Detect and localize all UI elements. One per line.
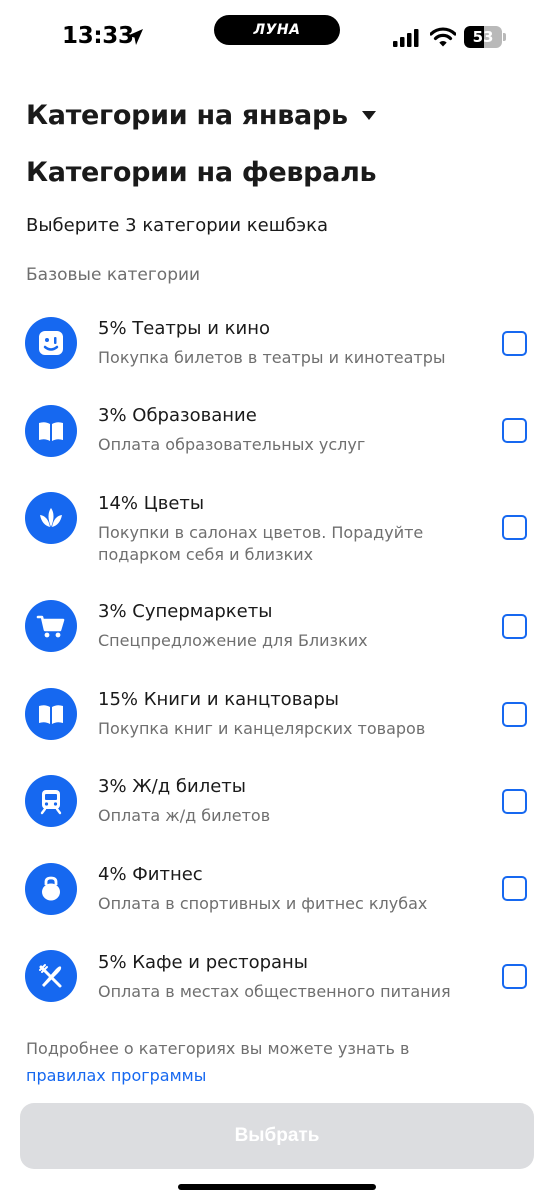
dynamic-island: ЛУНА	[214, 15, 340, 45]
fork-knife-icon	[25, 950, 77, 1002]
category-item[interactable]: 14% Цветы Покупки в салонах цветов. Пора…	[0, 476, 554, 576]
battery-icon: 53	[464, 26, 506, 48]
category-description: Покупки в салонах цветов. Порадуйте пода…	[98, 523, 424, 564]
month-selector-label: Категории на январь	[26, 100, 348, 131]
category-item[interactable]: 5% Театры и кино Покупка билетов в театр…	[0, 300, 554, 380]
section-label: Базовые категории	[26, 265, 201, 285]
open-book-icon	[25, 405, 77, 457]
category-item[interactable]: 3% Ж/д билеты Оплата ж/д билетов	[0, 761, 554, 841]
category-title: 14% Цветы	[98, 493, 205, 514]
category-title: 5% Кафе и рестораны	[98, 952, 309, 973]
category-title: 3% Образование	[98, 405, 257, 426]
train-icon	[25, 775, 77, 827]
category-item[interactable]: 5% Кафе и рестораны Оплата в местах обще…	[0, 937, 554, 1017]
category-title: 4% Фитнес	[98, 864, 203, 885]
category-description: Спецпредложение для Близких	[98, 631, 368, 650]
lotus-flower-icon	[25, 492, 77, 544]
month-selector[interactable]: Категории на январь	[26, 100, 376, 131]
category-item[interactable]: 3% Супермаркеты Спецпредложение для Близ…	[0, 585, 554, 665]
status-time: 13:33	[62, 23, 134, 49]
shopping-cart-icon	[25, 600, 77, 652]
category-title: 3% Ж/д билеты	[98, 776, 246, 797]
category-item[interactable]: 15% Книги и канцтовары Покупка книг и ка…	[0, 673, 554, 753]
select-button[interactable]: Выбрать	[20, 1103, 534, 1169]
category-description: Покупка книг и канцелярских товаров	[98, 719, 426, 738]
category-description: Оплата ж/д билетов	[98, 806, 271, 825]
status-bar: 13:33 ЛУНА 53	[0, 0, 554, 72]
category-item[interactable]: 4% Фитнес Оплата в спортивных и фитнес к…	[0, 849, 554, 929]
category-checkbox[interactable]	[502, 964, 527, 989]
page-title: Категории на февраль	[26, 157, 377, 188]
category-description: Оплата образовательных услуг	[98, 435, 366, 454]
subtitle: Выберите 3 категории кешбэка	[26, 215, 329, 236]
category-checkbox[interactable]	[502, 614, 527, 639]
wifi-icon	[430, 27, 456, 47]
island-logo: ЛУНА	[253, 22, 301, 38]
category-checkbox[interactable]	[502, 702, 527, 727]
category-checkbox[interactable]	[502, 331, 527, 356]
category-description: Оплата в спортивных и фитнес клубах	[98, 894, 428, 913]
category-description: Оплата в местах общественного питания	[98, 982, 451, 1001]
footer-note-text: Подробнее о категориях вы можете узнать …	[26, 1039, 410, 1058]
battery-level: 53	[472, 28, 494, 46]
select-button-label: Выбрать	[234, 1125, 320, 1146]
signal-icon	[393, 29, 419, 47]
category-item[interactable]: 3% Образование Оплата образовательных ус…	[0, 388, 554, 468]
program-rules-link[interactable]: правилах программы	[26, 1062, 526, 1089]
category-checkbox[interactable]	[502, 876, 527, 901]
category-checkbox[interactable]	[502, 789, 527, 814]
category-checkbox[interactable]	[502, 418, 527, 443]
chevron-down-icon	[361, 111, 376, 120]
location-arrow-icon	[127, 29, 143, 45]
footer-note: Подробнее о категориях вы можете узнать …	[26, 1035, 526, 1089]
category-description: Покупка билетов в театры и кинотеатры	[98, 348, 446, 367]
category-title: 15% Книги и канцтовары	[98, 689, 339, 710]
open-book-icon	[25, 688, 77, 740]
kettlebell-icon	[25, 863, 77, 915]
smile-face-icon	[25, 317, 77, 369]
home-indicator	[178, 1184, 376, 1190]
category-title: 3% Супермаркеты	[98, 601, 273, 622]
category-checkbox[interactable]	[502, 515, 527, 540]
category-title: 5% Театры и кино	[98, 318, 270, 339]
